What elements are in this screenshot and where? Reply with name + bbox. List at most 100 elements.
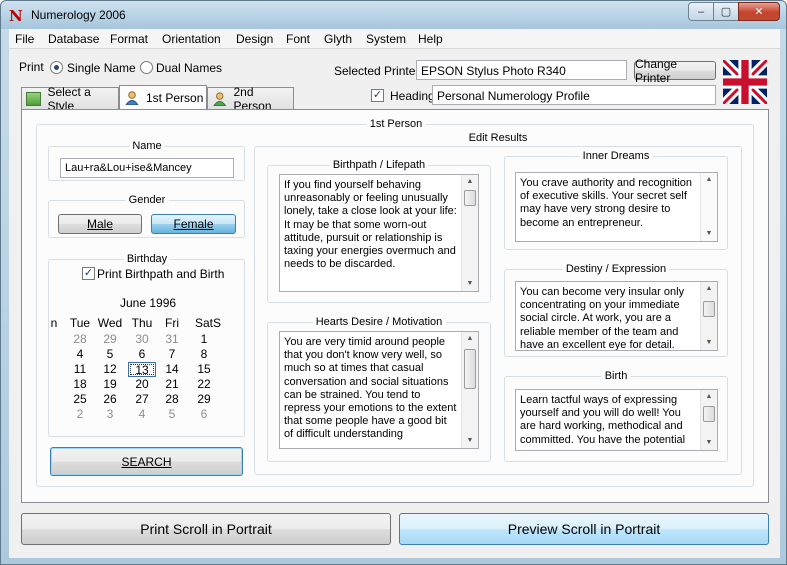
calendar-day[interactable]: 7 xyxy=(158,347,186,362)
birthpath-scrollbar[interactable]: ▲ ▼ xyxy=(461,175,478,291)
dual-names-label[interactable]: Dual Names xyxy=(156,61,222,75)
calendar-month[interactable]: June 1996 xyxy=(120,296,176,310)
calendar-day[interactable]: 28 xyxy=(66,332,94,347)
scroll-up-icon[interactable]: ▲ xyxy=(701,390,717,404)
calendar-day[interactable]: 20 xyxy=(128,377,156,392)
menu-help[interactable]: Help xyxy=(418,32,443,46)
hearts-desire-text-area[interactable]: You are very timid around people that yo… xyxy=(279,331,479,449)
scroll-up-icon[interactable]: ▲ xyxy=(462,175,478,189)
scroll-down-icon[interactable]: ▼ xyxy=(701,227,717,241)
calendar-day[interactable]: 26 xyxy=(96,392,124,407)
calendar-day[interactable]: 28 xyxy=(158,392,186,407)
print-scroll-button[interactable]: Print Scroll in Portrait xyxy=(21,513,391,545)
numerology-app-icon: N xyxy=(9,7,23,25)
calendar-day[interactable]: 22 xyxy=(190,377,218,392)
scroll-thumb[interactable] xyxy=(703,301,715,317)
menu-font[interactable]: Font xyxy=(286,32,310,46)
calendar-day[interactable]: 31 xyxy=(158,332,186,347)
calendar-day[interactable]: 8 xyxy=(190,347,218,362)
heading-checkbox[interactable]: ✓ xyxy=(371,89,384,102)
calendar-day-header: Tue xyxy=(69,316,91,330)
heading-field[interactable]: Personal Numerology Profile xyxy=(432,85,716,105)
scroll-down-icon[interactable]: ▼ xyxy=(462,434,478,448)
print-birthpath-checkbox[interactable]: ✓ xyxy=(82,267,95,280)
female-button[interactable]: Female xyxy=(151,214,236,234)
birthpath-text-area[interactable]: If you find yourself behaving unreasonab… xyxy=(279,174,479,292)
gender-group-title: Gender xyxy=(125,194,169,206)
menu-database[interactable]: Database xyxy=(48,32,99,46)
print-birthpath-label: Print Birthpath and Birth xyxy=(97,267,225,281)
calendar-day[interactable]: 29 xyxy=(190,392,218,407)
calendar-day[interactable]: 19 xyxy=(96,377,124,392)
male-button[interactable]: Male xyxy=(58,214,142,234)
calendar-day[interactable]: 13 xyxy=(128,362,156,377)
calendar-day[interactable]: 2 xyxy=(66,407,94,422)
title-bar[interactable]: N Numerology 2006 – ▢ ✕ xyxy=(1,1,786,29)
calendar-day[interactable]: 1 xyxy=(190,332,218,347)
menu-design[interactable]: Design xyxy=(236,32,273,46)
calendar-day[interactable]: 15 xyxy=(190,362,218,377)
calendar-day[interactable]: 5 xyxy=(158,407,186,422)
calendar-day[interactable]: 12 xyxy=(96,362,124,377)
calendar-day[interactable]: 6 xyxy=(128,347,156,362)
tab-select-a-style[interactable]: Select a Style xyxy=(21,85,119,113)
menu-orientation[interactable]: Orientation xyxy=(162,32,221,46)
scroll-up-icon[interactable]: ▲ xyxy=(462,332,478,346)
destiny-title: Destiny / Expression xyxy=(562,263,670,275)
scroll-thumb[interactable] xyxy=(703,406,715,422)
calendar-day[interactable]: 29 xyxy=(96,332,124,347)
search-button[interactable]: SEARCH xyxy=(50,447,243,476)
birth-scrollbar[interactable]: ▲ ▼ xyxy=(700,390,717,450)
style-icon xyxy=(26,91,42,106)
birth-text-area[interactable]: Learn tactful ways of expressing yoursel… xyxy=(515,389,718,451)
calendar-day[interactable]: 6 xyxy=(190,407,218,422)
scroll-down-icon[interactable]: ▼ xyxy=(701,436,717,450)
destiny-text-area[interactable]: You can become very insular only concent… xyxy=(515,281,718,351)
tab-2nd-person[interactable]: 2nd Person xyxy=(207,85,294,113)
name-input[interactable]: Lau+ra&Lou+ise&Mancey xyxy=(60,158,234,178)
calendar-day[interactable]: 30 xyxy=(128,332,156,347)
uk-flag-icon[interactable] xyxy=(723,60,767,104)
minimize-button[interactable]: – xyxy=(688,2,714,21)
inner-dreams-text-area[interactable]: You crave authority and recognition of e… xyxy=(515,172,718,242)
calendar-day-header: Fri xyxy=(165,316,179,330)
scroll-thumb[interactable] xyxy=(464,349,476,389)
inner-dreams-scrollbar[interactable]: ▲ ▼ xyxy=(700,173,717,241)
destiny-scrollbar[interactable]: ▲ ▼ xyxy=(700,282,717,350)
calendar-day[interactable]: 4 xyxy=(128,407,156,422)
scroll-down-icon[interactable]: ▼ xyxy=(462,277,478,291)
scroll-thumb[interactable] xyxy=(464,190,476,206)
tab-1st-person[interactable]: 1st Person xyxy=(119,85,207,109)
scroll-down-icon[interactable]: ▼ xyxy=(701,336,717,350)
calendar-day[interactable]: 27 xyxy=(128,392,156,407)
calendar-day[interactable]: 4 xyxy=(66,347,94,362)
hearts-desire-scrollbar[interactable]: ▲ ▼ xyxy=(461,332,478,448)
calendar-day[interactable]: 14 xyxy=(158,362,186,377)
name-group-title: Name xyxy=(129,140,165,152)
dual-names-radio[interactable] xyxy=(140,61,153,74)
birth-title: Birth xyxy=(601,370,631,382)
calendar-day[interactable]: 11 xyxy=(66,362,94,377)
destiny-text: You can become very insular only concent… xyxy=(520,286,685,351)
single-name-label[interactable]: Single Name xyxy=(67,61,136,75)
calendar-day[interactable]: 5 xyxy=(96,347,124,362)
menu-glyth[interactable]: Glyth xyxy=(324,32,352,46)
menu-format[interactable]: Format xyxy=(110,32,148,46)
preview-scroll-button[interactable]: Preview Scroll in Portrait xyxy=(399,513,769,545)
scroll-up-icon[interactable]: ▲ xyxy=(701,173,717,187)
calendar-day[interactable]: 3 xyxy=(96,407,124,422)
calendar-day-header: S xyxy=(213,316,222,330)
scroll-up-icon[interactable]: ▲ xyxy=(701,282,717,296)
change-printer-button[interactable]: Change Printer xyxy=(634,57,716,85)
calendar-day-header: Wed xyxy=(97,316,123,330)
close-button[interactable]: ✕ xyxy=(738,2,780,21)
menu-system[interactable]: System xyxy=(366,32,406,46)
calendar-day[interactable]: 21 xyxy=(158,377,186,392)
maximize-button[interactable]: ▢ xyxy=(713,2,739,21)
birthpath-title: Birthpath / Lifepath xyxy=(329,159,429,171)
calendar-day[interactable]: 25 xyxy=(66,392,94,407)
single-name-radio[interactable] xyxy=(50,61,63,74)
printer-field[interactable]: EPSON Stylus Photo R340 xyxy=(416,60,627,80)
calendar-day[interactable]: 18 xyxy=(66,377,94,392)
menu-file[interactable]: File xyxy=(15,32,34,46)
